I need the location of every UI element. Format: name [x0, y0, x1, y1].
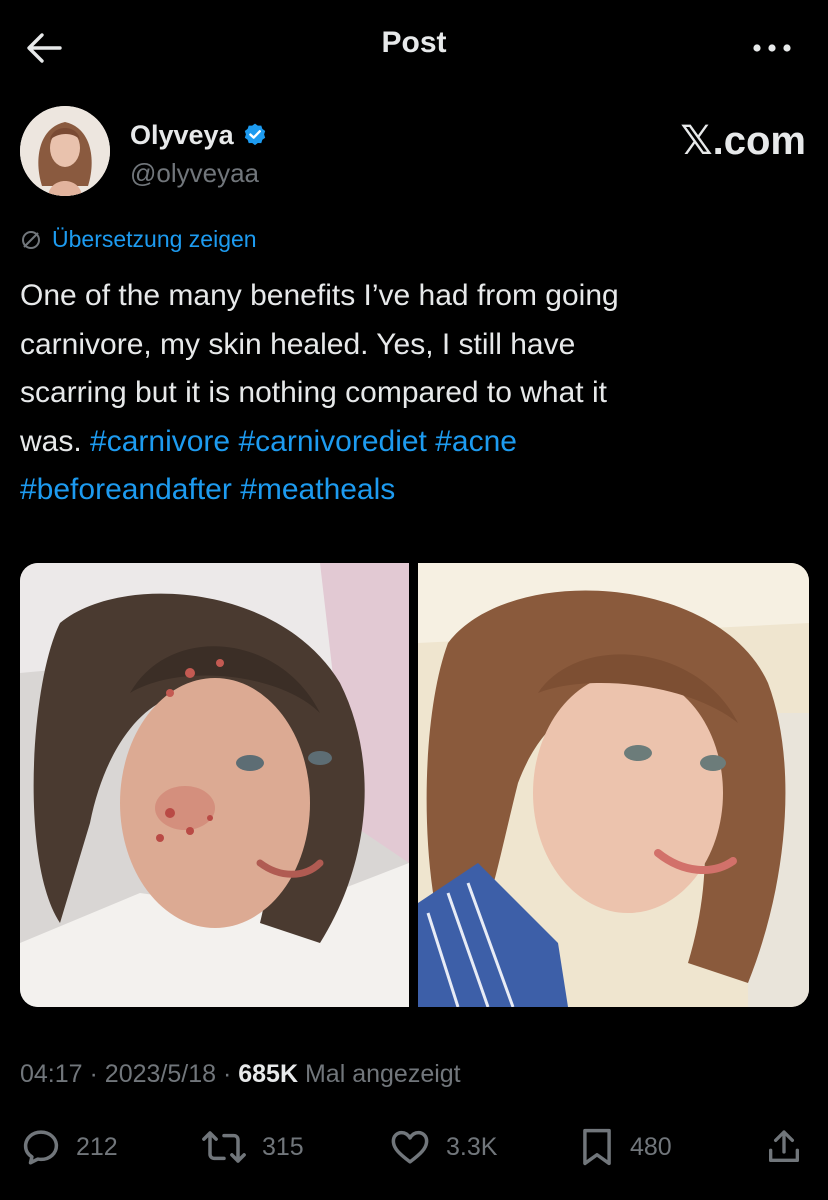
author-name[interactable]: Olyveya	[130, 120, 268, 151]
share-button[interactable]	[764, 1122, 818, 1172]
show-translation-label: Übersetzung zeigen	[52, 226, 257, 252]
post-meta: 04:17 · 2023/5/18 · 685K Mal angezeigt	[20, 1060, 461, 1089]
hashtag-link[interactable]: #carnivorediet	[238, 425, 426, 458]
repost-icon	[202, 1131, 246, 1163]
avatar-photo	[20, 106, 110, 196]
repost-button[interactable]: 315	[200, 1122, 304, 1172]
page-title: Post	[381, 26, 447, 59]
verified-badge-icon	[244, 123, 265, 146]
hashtag-link[interactable]: #carnivore	[90, 425, 230, 458]
meta-separator: ·	[222, 1060, 232, 1088]
bookmark-count: 480	[630, 1132, 672, 1161]
tweet-line: #beforeandafter #meatheals	[20, 466, 810, 515]
show-translation-link[interactable]: Übersetzung zeigen	[20, 226, 257, 262]
author-handle[interactable]: @olyveyaa	[130, 158, 259, 189]
author-row: Olyveya @olyveyaa 𝕏.com	[20, 106, 810, 196]
more-icon[interactable]	[752, 42, 792, 54]
view-count: 685K	[238, 1060, 299, 1088]
tweet-text-segment: was.	[20, 424, 82, 458]
media-grid	[20, 563, 809, 1007]
hashtag-link[interactable]: #acne	[435, 425, 517, 458]
translate-icon	[22, 231, 40, 249]
tweet-line: was. #carnivore #carnivorediet #acne	[20, 418, 810, 467]
bookmark-button[interactable]: 480	[578, 1122, 672, 1172]
author-name-text: Olyveya	[130, 120, 234, 150]
post-date: 2023/5/18	[104, 1060, 217, 1088]
top-bar: Post	[0, 0, 828, 96]
view-count-label: Mal angezeigt	[304, 1060, 461, 1088]
bookmark-icon	[583, 1128, 611, 1166]
share-icon	[769, 1130, 799, 1162]
action-bar: 212 315 3.3K 480	[0, 1122, 828, 1172]
reply-count: 212	[76, 1132, 118, 1161]
before-photo[interactable]	[20, 563, 409, 1007]
reply-icon	[23, 1130, 59, 1165]
hashtag-link[interactable]: #meatheals	[240, 473, 395, 506]
like-button[interactable]: 3.3K	[388, 1122, 497, 1172]
x-com-watermark: 𝕏.com	[680, 119, 806, 163]
post-time: 04:17	[20, 1060, 83, 1088]
tweet-line: carnivore, my skin healed. Yes, I still …	[20, 327, 576, 361]
repost-count: 315	[262, 1132, 304, 1161]
reply-button[interactable]: 212	[20, 1122, 118, 1172]
meta-separator: ·	[89, 1060, 98, 1088]
tweet-line: One of the many benefits I’ve had from g…	[20, 279, 619, 312]
like-count: 3.3K	[446, 1132, 498, 1161]
hashtag-link[interactable]: #beforeandafter	[20, 473, 232, 506]
tweet-line: scarring but it is nothing compared to w…	[20, 376, 607, 409]
tweet-text: One of the many benefits I’ve had from g…	[20, 272, 810, 515]
avatar[interactable]	[20, 106, 110, 196]
after-photo[interactable]	[418, 563, 809, 1007]
like-icon	[391, 1130, 429, 1164]
